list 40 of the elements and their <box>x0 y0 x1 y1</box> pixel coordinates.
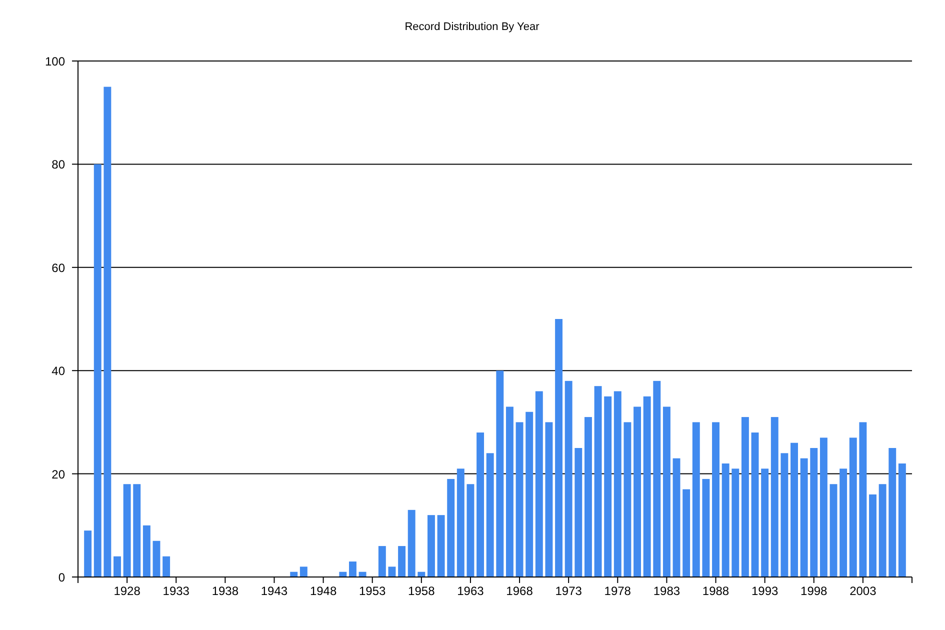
bar <box>398 546 406 577</box>
axis-label: 1983 <box>653 584 680 598</box>
axis-label: 20 <box>52 467 65 482</box>
axis-label: 100 <box>44 54 65 68</box>
axis-label: 1978 <box>604 584 631 598</box>
bar <box>408 510 416 577</box>
bar <box>300 566 308 577</box>
bar <box>339 572 347 577</box>
axis-label: 1958 <box>408 584 435 598</box>
chart-title: Record Distribution By Year <box>404 21 540 33</box>
axis-label: 1968 <box>506 584 533 598</box>
axis-label: 1988 <box>702 584 730 598</box>
bar <box>152 540 160 577</box>
axis-label: 2003 <box>850 584 876 598</box>
bar <box>162 556 170 577</box>
bar <box>428 515 435 577</box>
axis-label: 1928 <box>114 584 140 598</box>
axis-label: 1953 <box>359 584 386 598</box>
axis-label: 1963 <box>457 584 484 598</box>
bar <box>84 530 92 577</box>
bar <box>349 562 356 577</box>
axis-label: 1993 <box>751 584 778 598</box>
bar <box>378 546 386 577</box>
axis-label: 1948 <box>310 584 337 598</box>
axis-label: 1973 <box>555 584 582 598</box>
axis-label: 40 <box>52 364 65 378</box>
axis-label: 1938 <box>212 584 239 598</box>
axis-label: 1943 <box>260 584 288 598</box>
bar <box>142 525 150 577</box>
bar <box>114 556 121 577</box>
bar <box>358 572 366 577</box>
axis-label: 60 <box>52 260 65 275</box>
bar <box>290 572 298 577</box>
bar <box>418 572 426 577</box>
bar <box>388 566 396 577</box>
axis-label: 1998 <box>800 584 828 598</box>
axis-label: 80 <box>52 158 65 172</box>
axis-label: 0 <box>58 570 65 584</box>
bar <box>437 515 445 577</box>
axis-label: 1933 <box>162 584 190 598</box>
